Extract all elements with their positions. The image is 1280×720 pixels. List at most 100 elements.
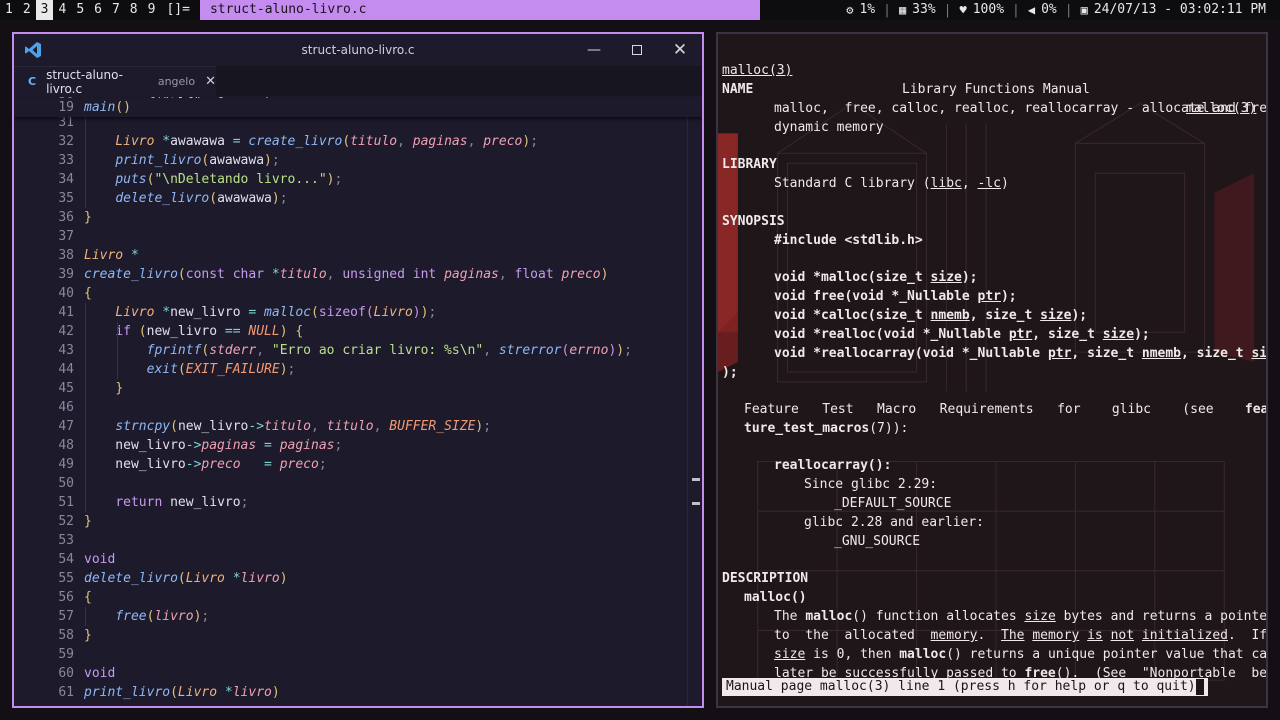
workspace-4[interactable]: 4 bbox=[53, 0, 71, 20]
feature-function: reallocarray(): bbox=[774, 458, 892, 473]
code-line[interactable]: 48 new_livro->paginas = paginas; bbox=[14, 436, 702, 455]
name-line: malloc, free, calloc, realloc, reallocar… bbox=[774, 101, 1268, 116]
code-line[interactable]: 52} bbox=[14, 512, 702, 531]
minimize-icon: — bbox=[587, 42, 601, 58]
line-number: 37 bbox=[58, 229, 74, 244]
code-line[interactable]: 60 void bbox=[14, 664, 702, 683]
line-number: 60 bbox=[58, 666, 74, 681]
cpu-value: 1% bbox=[859, 2, 876, 17]
maximize-button[interactable] bbox=[617, 38, 657, 62]
datetime-value: 24/07/13 - 03:02:11 PM bbox=[1093, 2, 1266, 17]
code-area[interactable]: 30 scanf("%lf", &preco);3132 Livro *awaw… bbox=[14, 96, 702, 706]
section-heading: LIBRARY bbox=[722, 157, 777, 172]
workspace-8[interactable]: 8 bbox=[125, 0, 143, 20]
focused-window-title: struct-aluno-livro.c bbox=[199, 0, 760, 20]
prototype-line: void *calloc(size_t nmemb, size_t size); bbox=[774, 308, 1088, 323]
tab-filename: struct-aluno-livro.c bbox=[46, 67, 123, 96]
line-number: 51 bbox=[58, 495, 74, 510]
code-line[interactable]: 61 print_livro(Livro *livro) bbox=[14, 683, 702, 702]
code-line[interactable]: 47 strncpy(new_livro->titulo, titulo, BU… bbox=[14, 417, 702, 436]
code-line[interactable]: 38 Livro * bbox=[14, 246, 702, 265]
workspace-7[interactable]: 7 bbox=[107, 0, 125, 20]
code-line[interactable]: 33 print_livro(awawawa); bbox=[14, 151, 702, 170]
feature-line: Since glibc 2.29: bbox=[804, 477, 938, 492]
tab-struct-aluno-livro[interactable]: C struct-aluno-livro.c angelo ✕ bbox=[14, 66, 216, 96]
terminal-window[interactable]: malloc(3) Library Functions Manual mallo… bbox=[716, 32, 1268, 708]
man-header: malloc(3) Library Functions Manual mallo… bbox=[722, 42, 1262, 116]
code-text: delete_livro(awawawa); bbox=[115, 191, 288, 206]
line-number: 61 bbox=[58, 685, 74, 700]
code-line[interactable]: 41 Livro *new_livro = malloc(sizeof(Livr… bbox=[14, 303, 702, 322]
close-button[interactable]: ✕ bbox=[660, 38, 700, 62]
code-line[interactable]: 37 bbox=[14, 227, 702, 246]
code-line[interactable]: 40 { bbox=[14, 284, 702, 303]
code-line[interactable]: 51 return new_livro; bbox=[14, 493, 702, 512]
code-line[interactable]: 59 bbox=[14, 645, 702, 664]
code-text: print_livro(Livro *livro) bbox=[84, 685, 280, 700]
code-line[interactable]: 35 delete_livro(awawawa); bbox=[14, 189, 702, 208]
line-number: 43 bbox=[58, 343, 74, 358]
layout-indicator[interactable]: []= bbox=[160, 0, 195, 20]
code-line[interactable]: 32 Livro *awawawa = create_livro(titulo,… bbox=[14, 132, 702, 151]
code-text: delete_livro(Livro *livro) bbox=[84, 571, 288, 586]
line-number: 48 bbox=[58, 438, 74, 453]
description-line: to the allocated memory. The memory is n… bbox=[774, 628, 1268, 643]
minimize-button[interactable]: — bbox=[574, 38, 614, 62]
code-text: fprintf(stderr, "Erro ao criar livro: %s… bbox=[146, 343, 632, 358]
code-line[interactable]: 57 free(livro); bbox=[14, 607, 702, 626]
code-text: Livro *new_livro = malloc(sizeof(Livro))… bbox=[115, 305, 437, 320]
sticky-scroll-line[interactable]: 19 main() bbox=[14, 98, 702, 117]
prototype-line: void free(void *_Nullable ptr); bbox=[774, 289, 1017, 304]
indent-guide bbox=[85, 303, 86, 512]
section-heading: SYNOPSIS bbox=[722, 214, 785, 229]
cpu-icon: ⚙ bbox=[846, 3, 854, 17]
line-number: 55 bbox=[58, 571, 74, 586]
code-line[interactable]: 54 void bbox=[14, 550, 702, 569]
code-line[interactable]: 36} bbox=[14, 208, 702, 227]
code-line[interactable]: 56 { bbox=[14, 588, 702, 607]
feature-line: Feature Test Macro Requirements for glib… bbox=[744, 402, 1268, 417]
line-number: 54 bbox=[58, 552, 74, 567]
line-number: 59 bbox=[58, 647, 74, 662]
line-number: 40 bbox=[58, 286, 74, 301]
code-text: { bbox=[84, 590, 92, 605]
battery-status: ♥ 100% bbox=[951, 0, 1012, 20]
volume-status[interactable]: ◀ 0% bbox=[1020, 0, 1065, 20]
workspace-5[interactable]: 5 bbox=[71, 0, 89, 20]
line-number: 50 bbox=[58, 476, 74, 491]
code-line[interactable]: 45 } bbox=[14, 379, 702, 398]
scroll-track[interactable] bbox=[687, 98, 688, 706]
code-text: free(livro); bbox=[115, 609, 210, 624]
line-number: 35 bbox=[58, 191, 74, 206]
code-line[interactable]: 49 new_livro->preco = preco; bbox=[14, 455, 702, 474]
workspace-9[interactable]: 9 bbox=[143, 0, 161, 20]
code-line[interactable]: 50 bbox=[14, 474, 702, 493]
line-number: 52 bbox=[58, 514, 74, 529]
code-line[interactable]: 58} bbox=[14, 626, 702, 645]
code-line[interactable]: 53 bbox=[14, 531, 702, 550]
speaker-icon: ◀ bbox=[1027, 3, 1036, 17]
prototype-line-end: ); bbox=[722, 365, 738, 380]
tab-close-icon[interactable]: ✕ bbox=[205, 74, 216, 89]
memory-icon: ▦ bbox=[898, 3, 907, 17]
workspace-2[interactable]: 2 bbox=[18, 0, 36, 20]
battery-value: 100% bbox=[972, 2, 1005, 17]
status-bar: 123456789 []= struct-aluno-livro.c ⚙ 1% … bbox=[0, 0, 1280, 20]
workspace-6[interactable]: 6 bbox=[89, 0, 107, 20]
code-line[interactable]: 34 puts("\nDeletando livro..."); bbox=[14, 170, 702, 189]
workspace-1[interactable]: 1 bbox=[0, 0, 18, 20]
code-line[interactable]: 46 bbox=[14, 398, 702, 417]
c-language-icon: C bbox=[28, 75, 37, 88]
line-number: 53 bbox=[58, 533, 74, 548]
prototype-line: void *reallocarray(void *_Nullable ptr, … bbox=[774, 346, 1268, 361]
workspace-3[interactable]: 3 bbox=[35, 0, 54, 20]
code-line[interactable]: 39 create_livro(const char *titulo, unsig… bbox=[14, 265, 702, 284]
code-text: create_livro(const char *titulo, unsigne… bbox=[84, 267, 609, 282]
scroll-marker bbox=[692, 502, 700, 505]
line-number: 32 bbox=[58, 134, 74, 149]
editor-titlebar[interactable]: struct-aluno-livro.c — ✕ bbox=[14, 34, 702, 66]
code-editor-window[interactable]: struct-aluno-livro.c — ✕ C struct-aluno-… bbox=[12, 32, 704, 708]
terminal-cursor bbox=[1195, 678, 1204, 695]
maximize-icon bbox=[632, 45, 642, 55]
code-line[interactable]: 55 delete_livro(Livro *livro) bbox=[14, 569, 702, 588]
